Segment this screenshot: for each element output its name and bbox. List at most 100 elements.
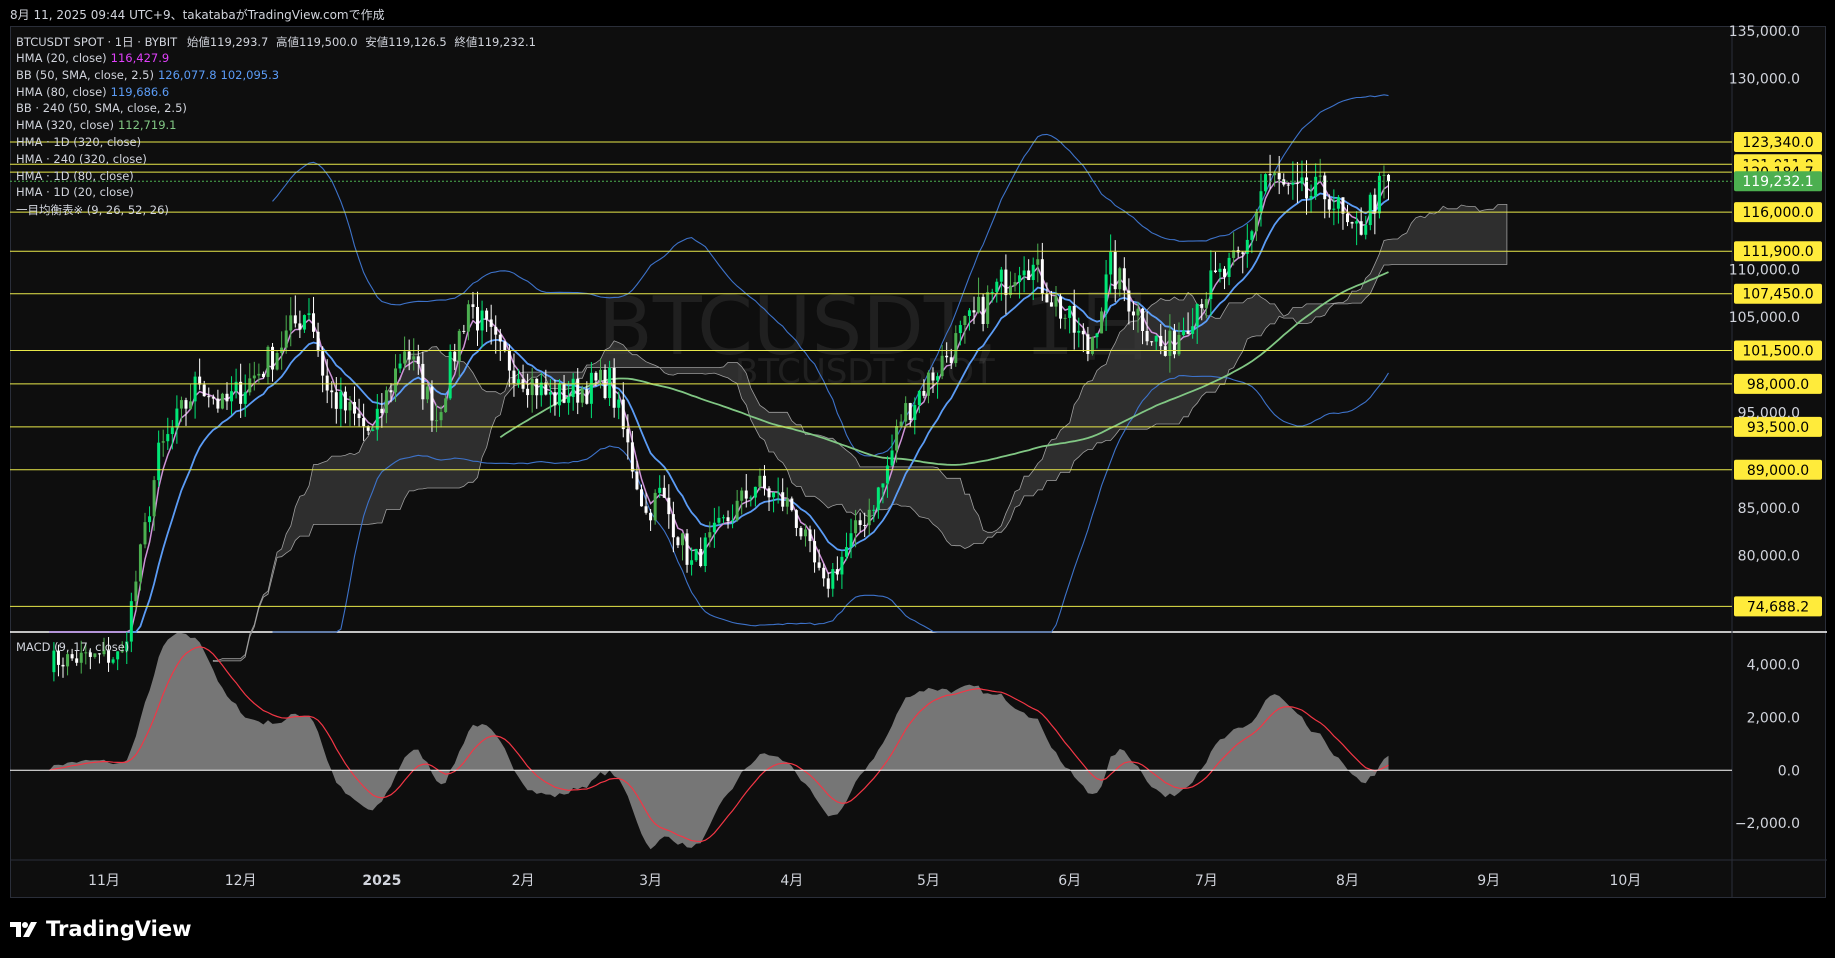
candles-group bbox=[52, 154, 1391, 682]
indicator-row[interactable]: HMA · 1D (20, close) bbox=[16, 185, 134, 199]
indicator-row[interactable]: BB (50, SMA, close, 2.5) 126,077.8 102,095… bbox=[16, 68, 279, 82]
candle-body bbox=[630, 442, 634, 472]
price-tick-label: 85,000.0 bbox=[1738, 501, 1800, 517]
candle-body bbox=[1086, 334, 1090, 354]
candle-body bbox=[1068, 305, 1072, 318]
candle-body bbox=[1186, 330, 1190, 334]
candle-body bbox=[1040, 259, 1044, 294]
candle-body bbox=[1350, 222, 1354, 224]
candle-body bbox=[740, 490, 744, 501]
price-tick-label: 95,000.0 bbox=[1738, 406, 1800, 422]
time-tick-label: 2025 bbox=[362, 873, 401, 889]
candle-body bbox=[999, 269, 1003, 282]
indicator-row[interactable]: HMA · 240 (320, close) bbox=[16, 152, 147, 166]
candle-body bbox=[1145, 330, 1149, 342]
tradingview-footer[interactable]: TradingView bbox=[10, 912, 191, 946]
candle-body bbox=[567, 396, 571, 403]
candle-body bbox=[1295, 182, 1299, 184]
candle-body bbox=[266, 346, 270, 377]
candle-body bbox=[539, 382, 543, 396]
candle-body bbox=[913, 405, 917, 420]
candle-body bbox=[476, 306, 480, 331]
candle-body bbox=[261, 373, 265, 377]
price-chart[interactable]: 123,340.0121,011.8120,184.7116,000.0111,… bbox=[0, 0, 1835, 958]
indicator-label: BB (50, SMA, close, 2.5) bbox=[16, 67, 154, 82]
candle-body bbox=[517, 379, 521, 384]
candle-body bbox=[148, 516, 152, 523]
candle-body bbox=[1036, 259, 1040, 265]
candle-body bbox=[917, 390, 921, 406]
candle-body bbox=[981, 296, 985, 325]
price-tick-label: 105,000.0 bbox=[1729, 310, 1800, 326]
candle-body bbox=[1045, 293, 1049, 303]
level-label: 101,500.0 bbox=[1742, 343, 1813, 359]
candle-body bbox=[972, 310, 976, 313]
indicator-row[interactable]: BB · 240 (50, SMA, close, 2.5) bbox=[16, 101, 187, 115]
candle-body bbox=[1018, 275, 1022, 283]
indicator-row[interactable]: HMA · 1D (320, close) bbox=[16, 135, 141, 149]
candle-body bbox=[1109, 251, 1113, 275]
candle-body bbox=[453, 351, 457, 362]
candle-body bbox=[840, 556, 844, 575]
candle-body bbox=[781, 492, 785, 507]
candle-body bbox=[685, 533, 689, 565]
candle-body bbox=[75, 658, 79, 663]
candle-body bbox=[243, 392, 247, 404]
candle-body bbox=[1382, 174, 1386, 176]
candle-body bbox=[617, 399, 621, 408]
candle-body bbox=[353, 401, 357, 414]
candle-body bbox=[945, 355, 949, 358]
time-tick-label: 3月 bbox=[639, 873, 662, 889]
candle-body bbox=[248, 378, 252, 393]
candle-body bbox=[1118, 268, 1122, 290]
candle-body bbox=[1204, 299, 1208, 308]
indicator-row[interactable]: HMA (20, close) 116,427.9 bbox=[16, 51, 169, 65]
candle-body bbox=[995, 281, 999, 292]
candle-body bbox=[553, 392, 557, 406]
candle-body bbox=[1227, 257, 1231, 277]
indicator-value: 126,077.8 bbox=[157, 67, 217, 82]
macd-tick-label: 2,000.0 bbox=[1747, 710, 1800, 726]
candle-body bbox=[485, 310, 489, 320]
candle-body bbox=[79, 652, 83, 663]
time-tick-label: 6月 bbox=[1058, 873, 1081, 889]
candle-body bbox=[1318, 175, 1322, 177]
candle-body bbox=[585, 389, 589, 404]
indicator-row[interactable]: HMA (80, close) 119,686.6 bbox=[16, 85, 169, 99]
high-value: 119,500.0 bbox=[299, 35, 358, 49]
price-tick-label: 135,000.0 bbox=[1729, 24, 1800, 40]
candle-body bbox=[699, 548, 703, 567]
candle-body bbox=[184, 400, 188, 409]
candle-body bbox=[826, 578, 830, 589]
candle-body bbox=[1191, 326, 1195, 334]
candle-body bbox=[216, 398, 220, 409]
candle-body bbox=[1368, 194, 1372, 226]
level-label: 98,000.0 bbox=[1747, 377, 1809, 393]
candle-body bbox=[1077, 330, 1081, 333]
candle-body bbox=[179, 400, 183, 409]
candle-body bbox=[412, 356, 416, 360]
indicator-row[interactable]: 一目均衡表※ (9, 26, 52, 26) bbox=[16, 202, 169, 218]
candle-body bbox=[885, 465, 889, 484]
candle-body bbox=[234, 381, 238, 392]
candle-body bbox=[535, 378, 539, 396]
candle-body bbox=[1104, 274, 1108, 312]
candle-body bbox=[558, 383, 561, 406]
candle-body bbox=[712, 522, 716, 533]
candle-body bbox=[967, 310, 971, 316]
time-tick-label: 11月 bbox=[88, 873, 120, 889]
candle-body bbox=[1223, 268, 1227, 277]
indicator-row[interactable]: HMA · 1D (80, close) bbox=[16, 169, 134, 183]
candle-body bbox=[307, 313, 311, 316]
candle-body bbox=[576, 378, 580, 403]
candle-body bbox=[635, 471, 639, 490]
candle-body bbox=[990, 291, 994, 293]
candle-body bbox=[239, 381, 243, 404]
candle-body bbox=[1081, 330, 1085, 335]
indicator-row[interactable]: HMA (320, close) 112,719.1 bbox=[16, 118, 176, 132]
candle-body bbox=[639, 489, 643, 507]
candle-body bbox=[662, 487, 666, 498]
level-label: 107,450.0 bbox=[1742, 287, 1813, 303]
candle-body bbox=[129, 601, 133, 642]
candle-body bbox=[580, 389, 584, 403]
